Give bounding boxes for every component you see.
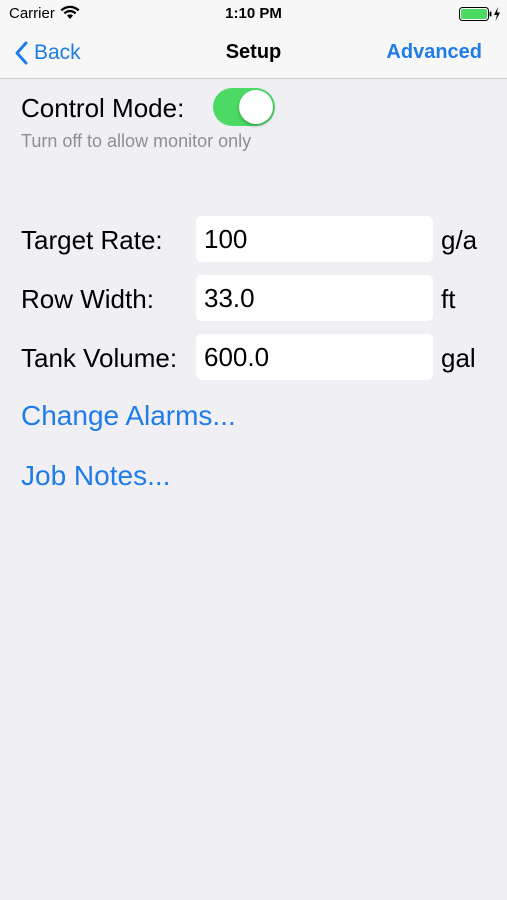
tank-volume-field[interactable]: 600.0: [196, 334, 433, 380]
row-width-label: Row Width:: [21, 284, 154, 314]
row-width-unit: ft: [441, 284, 456, 314]
control-mode-hint: Turn off to allow monitor only: [21, 131, 252, 151]
battery-charging-icon: [459, 6, 501, 26]
status-time: 1:10 PM: [225, 5, 282, 22]
job-notes-link[interactable]: Job Notes...: [21, 460, 170, 492]
tank-volume-unit: gal: [441, 343, 476, 373]
status-bar: Carrier 1:10 PM: [0, 0, 507, 28]
advanced-button[interactable]: Advanced: [386, 41, 482, 64]
target-rate-unit: g/a: [441, 225, 478, 255]
change-alarms-link[interactable]: Change Alarms...: [21, 400, 236, 432]
target-rate-label: Target Rate:: [21, 225, 163, 255]
navigation-bar: Back Setup Advanced: [0, 28, 507, 79]
row-width-field[interactable]: 33.0: [196, 275, 433, 321]
setup-screen: Carrier 1:10 PM Back Setup Advanced Cont…: [0, 0, 507, 900]
toggle-knob: [239, 90, 273, 124]
target-rate-field[interactable]: 100: [196, 216, 433, 262]
control-mode-toggle[interactable]: [213, 88, 275, 126]
tank-volume-label: Tank Volume:: [21, 343, 178, 373]
control-mode-label: Control Mode:: [21, 93, 185, 123]
